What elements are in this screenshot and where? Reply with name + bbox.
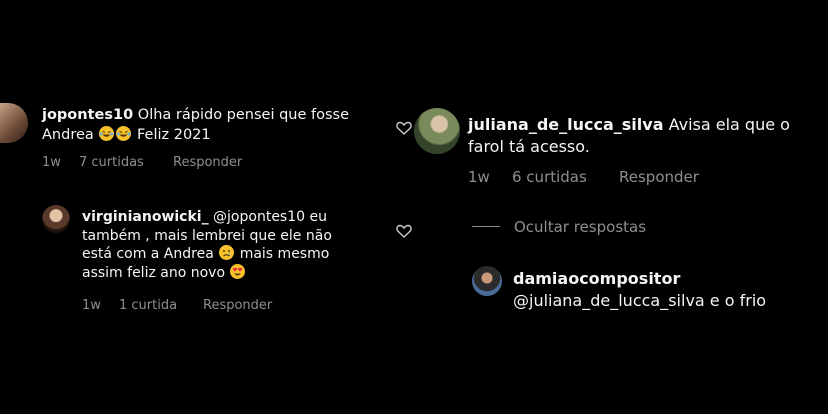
reply-body: damiaocompositor @juliana_de_lucca_silva… xyxy=(513,268,828,312)
comment-meta: 1w 7 curtidas Responder xyxy=(42,155,242,170)
hide-replies-label: Ocultar respostas xyxy=(514,218,647,236)
reply-username[interactable]: virginianowicki_ xyxy=(82,209,209,225)
reply-text: também , mais lembrei que ele não xyxy=(82,227,332,244)
reply-time: 1w xyxy=(82,298,101,313)
reply-button[interactable]: Responder xyxy=(173,155,242,170)
heart-outline-icon[interactable] xyxy=(396,224,412,238)
avatar[interactable] xyxy=(414,108,460,154)
comment-text: Olha rápido pensei que fosse xyxy=(137,107,350,123)
comment-text: farol tá acesso. xyxy=(468,137,590,156)
avatar[interactable] xyxy=(472,266,502,296)
comment-meta: 1w 6 curtidas Responder xyxy=(468,168,699,186)
comment-username[interactable]: jopontes10 xyxy=(42,107,133,123)
mention-link[interactable]: @jopontes10 xyxy=(213,209,305,225)
reply-username[interactable]: damiaocompositor xyxy=(513,268,828,290)
avatar[interactable] xyxy=(42,205,70,233)
hide-replies-button[interactable]: Ocultar respostas xyxy=(514,218,646,236)
reply-text: eu xyxy=(309,209,328,225)
sad-emoji-icon xyxy=(219,245,235,260)
replies-divider xyxy=(472,226,500,227)
comment-text: Feliz 2021 xyxy=(136,127,211,143)
reply-text: @juliana_de_lucca_silva e o frio xyxy=(513,291,767,310)
laughing-emoji-icon xyxy=(116,126,132,141)
reply-button[interactable]: Responder xyxy=(619,168,699,186)
reply-meta: 1w 1 curtida Responder xyxy=(82,298,272,313)
comment-likes[interactable]: 7 curtidas xyxy=(79,155,173,170)
comment-text: Avisa ela que o xyxy=(668,115,790,134)
comment-time: 1w xyxy=(468,168,490,186)
right-comment-thread: juliana_de_lucca_silva Avisa ela que o f… xyxy=(396,0,828,414)
comment-body: jopontes10 Olha rápido pensei que fosse … xyxy=(42,106,382,144)
avatar[interactable] xyxy=(0,103,28,143)
reply-text: mais mesmo xyxy=(239,246,330,262)
reply-button[interactable]: Responder xyxy=(203,298,272,313)
comment-username[interactable]: juliana_de_lucca_silva xyxy=(468,115,664,134)
reply-text: assim feliz ano novo xyxy=(82,264,226,281)
reply-likes[interactable]: 1 curtida xyxy=(119,298,203,313)
comment-body: juliana_de_lucca_silva Avisa ela que o f… xyxy=(468,114,828,158)
reply-body: virginianowicki_ @jopontes10 eu também ,… xyxy=(82,208,392,282)
laughing-emoji-icon xyxy=(99,126,115,141)
left-comment-thread: jopontes10 Olha rápido pensei que fosse … xyxy=(0,0,414,414)
comment-time: 1w xyxy=(42,155,61,170)
comment-text: Andrea xyxy=(42,127,94,143)
comment-likes[interactable]: 6 curtidas xyxy=(512,168,619,186)
heart-outline-icon[interactable] xyxy=(396,121,412,135)
heart-eyes-emoji-icon xyxy=(230,263,246,279)
reply-text: está com a Andrea xyxy=(82,246,214,262)
